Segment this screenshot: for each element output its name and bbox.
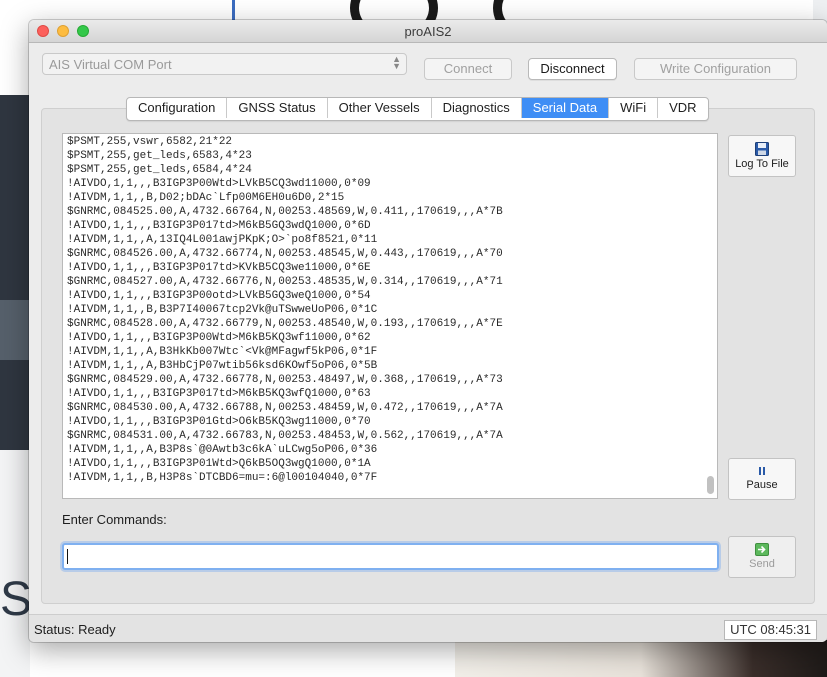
send-arrow-icon — [755, 543, 769, 556]
log-to-file-label: Log To File — [735, 158, 789, 170]
log-line: !AIVDO,1,1,,,B3IGP3P00Wtd>M6kB5KQ3wf1100… — [67, 332, 371, 344]
log-line: !AIVDM,1,1,,A,B3HbCjP07wtib56ksd6KOwf5oP… — [67, 360, 378, 372]
command-input[interactable] — [62, 543, 719, 570]
port-select-value: AIS Virtual COM Port — [49, 57, 172, 72]
desktop-background-strip — [0, 300, 30, 360]
log-line: $GNRMC,084526.00,A,4732.66774,N,00253.48… — [67, 248, 503, 260]
tab-diagnostics[interactable]: Diagnostics — [432, 98, 522, 118]
tab-gnss-status[interactable]: GNSS Status — [227, 98, 328, 118]
port-select[interactable]: AIS Virtual COM Port ▲ ▼ — [42, 53, 407, 75]
serial-data-log[interactable]: $PSMT,255,vswr,6582,21*22 $PSMT,255,get_… — [62, 133, 718, 499]
log-line: $PSMT,255,get_leds,6584,4*24 — [67, 164, 252, 176]
disconnect-button[interactable]: Disconnect — [528, 58, 617, 80]
tab-configuration[interactable]: Configuration — [127, 98, 228, 118]
log-line: !AIVDM,1,1,,A,B3P8s`@0Awtb3c6kA`uLCwg5oP… — [67, 444, 378, 456]
connect-button[interactable]: Connect — [424, 58, 512, 80]
log-line: $PSMT,255,get_leds,6583,4*23 — [67, 150, 252, 162]
pause-label: Pause — [746, 479, 778, 491]
desktop-background-glyph: S — [0, 573, 33, 626]
status-bar: Status: Ready UTC 08:45:31 — [29, 614, 827, 642]
window-title: proAIS2 — [404, 24, 452, 39]
tab-bar: Configuration GNSS Status Other Vessels … — [126, 97, 709, 121]
log-line: $PSMT,255,vswr,6582,21*22 — [67, 136, 233, 148]
desktop-background-top — [232, 0, 818, 44]
desktop-background-left — [0, 95, 30, 450]
log-line: !AIVDO,1,1,,,B3IGP3P017td>M6kB5KQ3wfQ100… — [67, 388, 371, 400]
text-caret — [67, 549, 68, 564]
log-line: !AIVDM,1,1,,B,D02;bDAc`Lfp00M6EH0u6D0,2*… — [67, 192, 345, 204]
log-line: $GNRMC,084527.00,A,4732.66776,N,00253.48… — [67, 276, 503, 288]
log-line: !AIVDO,1,1,,,B3IGP3P017td>KVkB5CQ3we1100… — [67, 262, 371, 274]
chevron-up-down-icon: ▲ ▼ — [392, 54, 401, 71]
log-line: !AIVDM,1,1,,B,H3P8s`DTCBD6=mu=:6@l001040… — [67, 472, 378, 484]
log-line: $GNRMC,084530.00,A,4732.66788,N,00253.48… — [67, 402, 503, 414]
write-configuration-button[interactable]: Write Configuration — [634, 58, 797, 80]
log-line: !AIVDM,1,1,,B,B3P7I40067tcp2Vk@uTSwweUoP… — [67, 304, 378, 316]
log-line: $GNRMC,084531.00,A,4732.66783,N,00253.48… — [67, 430, 503, 442]
log-line: !AIVDO,1,1,,,B3IGP3P00otd>LVkB5GQ3weQ100… — [67, 290, 371, 302]
log-line: $GNRMC,084525.00,A,4732.66764,N,00253.48… — [67, 206, 503, 218]
tab-vdr[interactable]: VDR — [658, 98, 707, 118]
log-scroll-thumb[interactable] — [707, 476, 714, 494]
pause-icon — [759, 467, 765, 475]
floppy-disk-icon — [755, 142, 769, 156]
desktop-background-left-light — [0, 450, 30, 677]
log-line: !AIVDO,1,1,,,B3IGP3P017td>M6kB5GQ3wdQ100… — [67, 220, 371, 232]
send-button[interactable]: Send — [728, 536, 796, 578]
log-line: !AIVDO,1,1,,,B3IGP3P00Wtd>LVkB5CQ3wd1100… — [67, 178, 371, 190]
enter-commands-label: Enter Commands: — [62, 512, 167, 527]
status-text: Status: Ready — [34, 622, 116, 637]
pause-button[interactable]: Pause — [728, 458, 796, 500]
tab-other-vessels[interactable]: Other Vessels — [328, 98, 432, 118]
log-line: $GNRMC,084529.00,A,4732.66778,N,00253.48… — [67, 374, 503, 386]
serial-data-lines: $PSMT,255,vswr,6582,21*22 $PSMT,255,get_… — [67, 135, 503, 485]
tab-wifi[interactable]: WiFi — [609, 98, 659, 118]
tab-serial-data[interactable]: Serial Data — [521, 98, 610, 118]
log-line: !AIVDM,1,1,,A,B3HkKb007Wtc`<Vk@MFagwf5kP… — [67, 346, 378, 358]
log-line: !AIVDM,1,1,,A,13IQ4L001awjPKpK;O>`po8f85… — [67, 234, 378, 246]
utc-clock: UTC 08:45:31 — [724, 620, 817, 640]
log-line: !AIVDO,1,1,,,B3IGP3P01Gtd>O6kB5KQ3wg1100… — [67, 416, 371, 428]
title-bar[interactable]: proAIS2 — [29, 20, 827, 43]
desktop-background-photo — [455, 640, 827, 677]
app-window: proAIS2 AIS Virtual COM Port ▲ ▼ Connect … — [29, 20, 827, 642]
log-scrollbar[interactable] — [706, 134, 716, 498]
log-line: !AIVDO,1,1,,,B3IGP3P01Wtd>Q6kB5OQ3wgQ100… — [67, 458, 371, 470]
send-label: Send — [749, 558, 775, 570]
log-to-file-button[interactable]: Log To File — [728, 135, 796, 177]
log-line: $GNRMC,084528.00,A,4732.66779,N,00253.48… — [67, 318, 503, 330]
